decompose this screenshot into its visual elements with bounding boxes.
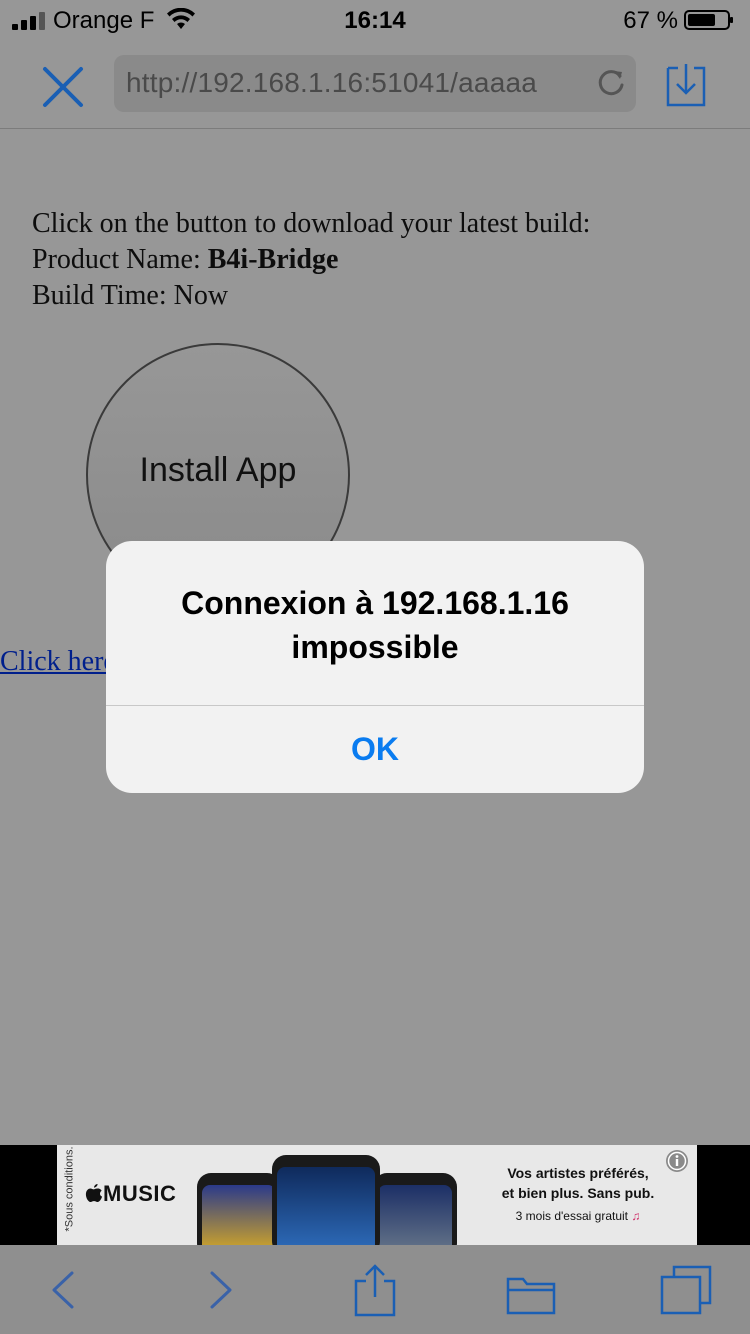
- ad-phone-left: [197, 1173, 281, 1245]
- back-icon[interactable]: [50, 1269, 76, 1311]
- folder-icon[interactable]: [506, 1275, 556, 1315]
- share-icon[interactable]: [352, 1263, 398, 1317]
- ad-brand: MUSIC: [85, 1181, 176, 1207]
- battery-percentage: 67 %: [623, 7, 678, 34]
- ad-trial-text: 3 mois d'essai gratuit: [515, 1209, 628, 1223]
- url-text: http://192.168.1.16:51041/aaaaa: [126, 67, 538, 98]
- info-icon[interactable]: [665, 1149, 689, 1173]
- address-bar[interactable]: http://192.168.1.16:51041/aaaaa: [114, 55, 636, 112]
- click-here-link[interactable]: Click here: [0, 646, 116, 678]
- build-time-line: Build Time: Now: [32, 280, 229, 311]
- download-icon[interactable]: [664, 62, 708, 108]
- ad-brand-text: MUSIC: [103, 1181, 177, 1206]
- product-name-line: Product Name: B4i-Bridge: [32, 242, 590, 278]
- close-icon[interactable]: [40, 64, 86, 110]
- ad-phones-image: [197, 1155, 462, 1245]
- alert-title: Connexion à 192.168.1.16 impossible: [181, 585, 569, 665]
- ad-line-3: 3 mois d'essai gratuit ♫: [489, 1209, 667, 1223]
- tabs-icon[interactable]: [660, 1265, 712, 1315]
- alert-dialog: Connexion à 192.168.1.16 impossible OK: [106, 541, 644, 793]
- reload-icon[interactable]: [596, 68, 626, 98]
- ad-phone-right: [373, 1173, 457, 1245]
- ad-terms-text: *Sous conditions.: [63, 1146, 76, 1232]
- bottom-toolbar: [0, 1245, 750, 1334]
- ad-line-2: et bien plus. Sans pub.: [501, 1185, 655, 1201]
- apple-music-ad[interactable]: *Sous conditions. MUSIC Vos artistes pré…: [57, 1145, 697, 1245]
- product-name-label: Product Name:: [32, 244, 208, 275]
- apple-logo-icon: [85, 1184, 103, 1202]
- product-name-value: B4i-Bridge: [207, 244, 339, 275]
- ad-line-1: Vos artistes préférés,: [507, 1165, 649, 1181]
- music-note-icon: ♫: [631, 1209, 641, 1223]
- browser-toolbar: http://192.168.1.16:51041/aaaaa: [0, 42, 750, 129]
- ad-phone-center: [272, 1155, 380, 1245]
- forward-icon[interactable]: [208, 1269, 234, 1311]
- battery-icon: [684, 10, 733, 30]
- status-bar: Orange F 16:14 67 %: [0, 0, 750, 42]
- instruction-text: Click on the button to download your lat…: [32, 208, 591, 239]
- alert-ok-button[interactable]: OK: [106, 706, 644, 793]
- ad-banner: *Sous conditions. MUSIC Vos artistes pré…: [0, 1145, 750, 1245]
- install-app-label: Install App: [139, 450, 297, 489]
- page-text: Click on the button to download your lat…: [32, 206, 590, 314]
- ad-copy: Vos artistes préférés, et bien plus. San…: [489, 1163, 667, 1223]
